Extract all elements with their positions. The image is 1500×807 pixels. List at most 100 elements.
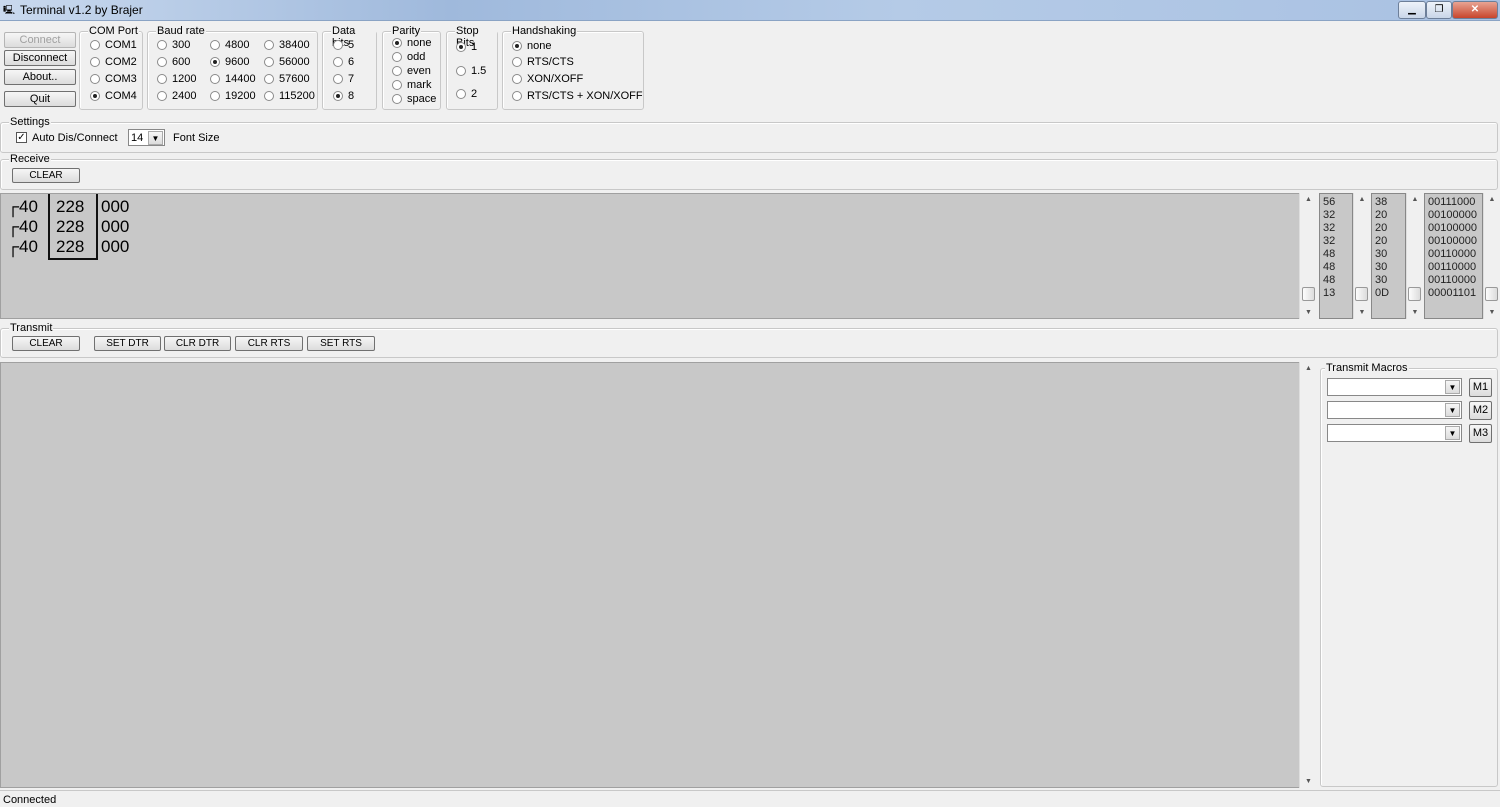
radio-com-port-com3[interactable]: COM3	[90, 73, 137, 85]
radio-button-icon[interactable]	[90, 57, 100, 67]
receive-dec-scrollbar[interactable]: ▲ ▼	[1353, 193, 1370, 319]
connect-button[interactable]: Connect	[4, 32, 76, 48]
macro-1-select[interactable]: ▼	[1327, 378, 1462, 396]
radio-stop-bits-1[interactable]: 1	[456, 41, 477, 53]
radio-com-port-com2[interactable]: COM2	[90, 56, 137, 68]
radio-baud-rate-600[interactable]: 600	[157, 56, 190, 68]
radio-com-port-com1[interactable]: COM1	[90, 39, 137, 51]
close-button[interactable]: ✕	[1452, 1, 1498, 19]
radio-data-bits-8[interactable]: 8	[333, 90, 354, 102]
radio-button-icon[interactable]	[210, 74, 220, 84]
radio-button-icon[interactable]	[512, 91, 522, 101]
radio-button-icon[interactable]	[157, 57, 167, 67]
radio-button-icon[interactable]	[264, 57, 274, 67]
transmit-clear-button[interactable]: CLEAR	[12, 336, 80, 351]
disconnect-button[interactable]: Disconnect	[4, 50, 76, 66]
transmit-scrollbar[interactable]: ▲ ▼	[1299, 362, 1317, 788]
radio-parity-odd[interactable]: odd	[392, 51, 425, 63]
radio-button-icon[interactable]	[157, 74, 167, 84]
radio-button-icon[interactable]	[333, 40, 343, 50]
radio-handshaking-rts-cts[interactable]: RTS/CTS	[512, 56, 574, 68]
scroll-down-icon[interactable]: ▼	[1407, 309, 1423, 316]
radio-stop-bits-1.5[interactable]: 1.5	[456, 65, 486, 77]
radio-button-icon[interactable]	[333, 74, 343, 84]
macro-3-button[interactable]: M3	[1469, 424, 1492, 443]
radio-button-icon[interactable]	[392, 52, 402, 62]
scroll-up-icon[interactable]: ▲	[1354, 196, 1370, 203]
radio-baud-rate-56000[interactable]: 56000	[264, 56, 310, 68]
radio-button-icon[interactable]	[456, 66, 466, 76]
radio-baud-rate-4800[interactable]: 4800	[210, 39, 249, 51]
macro-3-select[interactable]: ▼	[1327, 424, 1462, 442]
radio-data-bits-6[interactable]: 6	[333, 56, 354, 68]
title-bar[interactable]: 🖳 Terminal v1.2 by Brajer ▁ ❐ ✕	[0, 0, 1500, 21]
scroll-up-icon[interactable]: ▲	[1300, 365, 1317, 372]
radio-parity-space[interactable]: space	[392, 93, 436, 105]
scroll-up-icon[interactable]: ▲	[1300, 196, 1317, 203]
radio-parity-none[interactable]: none	[392, 37, 431, 49]
radio-button-icon[interactable]	[90, 91, 100, 101]
scroll-down-icon[interactable]: ▼	[1484, 309, 1500, 316]
radio-button-icon[interactable]	[392, 38, 402, 48]
scroll-up-icon[interactable]: ▲	[1407, 196, 1423, 203]
receive-scrollbar[interactable]: ▲ ▼	[1299, 193, 1317, 319]
radio-button-icon[interactable]	[264, 74, 274, 84]
macro-2-select[interactable]: ▼	[1327, 401, 1462, 419]
radio-button-icon[interactable]	[512, 41, 522, 51]
macro-2-button[interactable]: M2	[1469, 401, 1492, 420]
scroll-thumb[interactable]	[1485, 287, 1498, 301]
radio-button-icon[interactable]	[392, 66, 402, 76]
radio-button-icon[interactable]	[392, 80, 402, 90]
radio-handshaking-rts-cts-xon-xoff[interactable]: RTS/CTS + XON/XOFF	[512, 90, 643, 102]
radio-button-icon[interactable]	[210, 91, 220, 101]
radio-baud-rate-14400[interactable]: 14400	[210, 73, 256, 85]
radio-button-icon[interactable]	[90, 74, 100, 84]
about-button[interactable]: About..	[4, 69, 76, 85]
scroll-thumb[interactable]	[1408, 287, 1421, 301]
radio-com-port-com4[interactable]: COM4	[90, 90, 137, 102]
radio-handshaking-none[interactable]: none	[512, 40, 551, 52]
radio-button-icon[interactable]	[333, 91, 343, 101]
transmit-set-dtr-button[interactable]: SET DTR	[94, 336, 161, 351]
radio-button-icon[interactable]	[157, 40, 167, 50]
transmit-clr-rts-button[interactable]: CLR RTS	[235, 336, 303, 351]
radio-baud-rate-2400[interactable]: 2400	[157, 90, 196, 102]
radio-handshaking-xon-xoff[interactable]: XON/XOFF	[512, 73, 583, 85]
radio-button-icon[interactable]	[210, 57, 220, 67]
radio-baud-rate-115200[interactable]: 115200	[264, 90, 315, 102]
radio-button-icon[interactable]	[210, 40, 220, 50]
receive-text-area[interactable]: ┌40 228 000 ┌40 228 000 ┌40 228 000	[0, 193, 1299, 319]
receive-clear-button[interactable]: CLEAR	[12, 168, 80, 183]
transmit-clr-dtr-button[interactable]: CLR DTR	[164, 336, 231, 351]
radio-button-icon[interactable]	[333, 57, 343, 67]
scroll-thumb[interactable]	[1302, 287, 1315, 301]
radio-button-icon[interactable]	[512, 74, 522, 84]
radio-stop-bits-2[interactable]: 2	[456, 88, 477, 100]
transmit-set-rts-button[interactable]: SET RTS	[307, 336, 375, 351]
radio-baud-rate-300[interactable]: 300	[157, 39, 190, 51]
quit-button[interactable]: Quit	[4, 91, 76, 107]
scroll-down-icon[interactable]: ▼	[1300, 309, 1317, 316]
radio-parity-even[interactable]: even	[392, 65, 431, 77]
minimize-button[interactable]: ▁	[1398, 1, 1426, 19]
auto-connect-checkbox[interactable]: ✓	[16, 132, 27, 143]
maximize-button[interactable]: ❐	[1426, 1, 1452, 19]
radio-button-icon[interactable]	[264, 91, 274, 101]
radio-baud-rate-9600[interactable]: 9600	[210, 56, 249, 68]
scroll-thumb[interactable]	[1355, 287, 1368, 301]
radio-data-bits-7[interactable]: 7	[333, 73, 354, 85]
radio-button-icon[interactable]	[90, 40, 100, 50]
radio-button-icon[interactable]	[456, 42, 466, 52]
radio-button-icon[interactable]	[512, 57, 522, 67]
receive-hex-scrollbar[interactable]: ▲ ▼	[1406, 193, 1423, 319]
font-size-select[interactable]: 14 ▼	[128, 129, 165, 146]
scroll-down-icon[interactable]: ▼	[1354, 309, 1370, 316]
radio-baud-rate-19200[interactable]: 19200	[210, 90, 256, 102]
scroll-up-icon[interactable]: ▲	[1484, 196, 1500, 203]
radio-parity-mark[interactable]: mark	[392, 79, 431, 91]
radio-baud-rate-38400[interactable]: 38400	[264, 39, 310, 51]
transmit-text-area[interactable]	[0, 362, 1299, 788]
radio-button-icon[interactable]	[264, 40, 274, 50]
radio-button-icon[interactable]	[456, 89, 466, 99]
radio-data-bits-5[interactable]: 5	[333, 39, 354, 51]
